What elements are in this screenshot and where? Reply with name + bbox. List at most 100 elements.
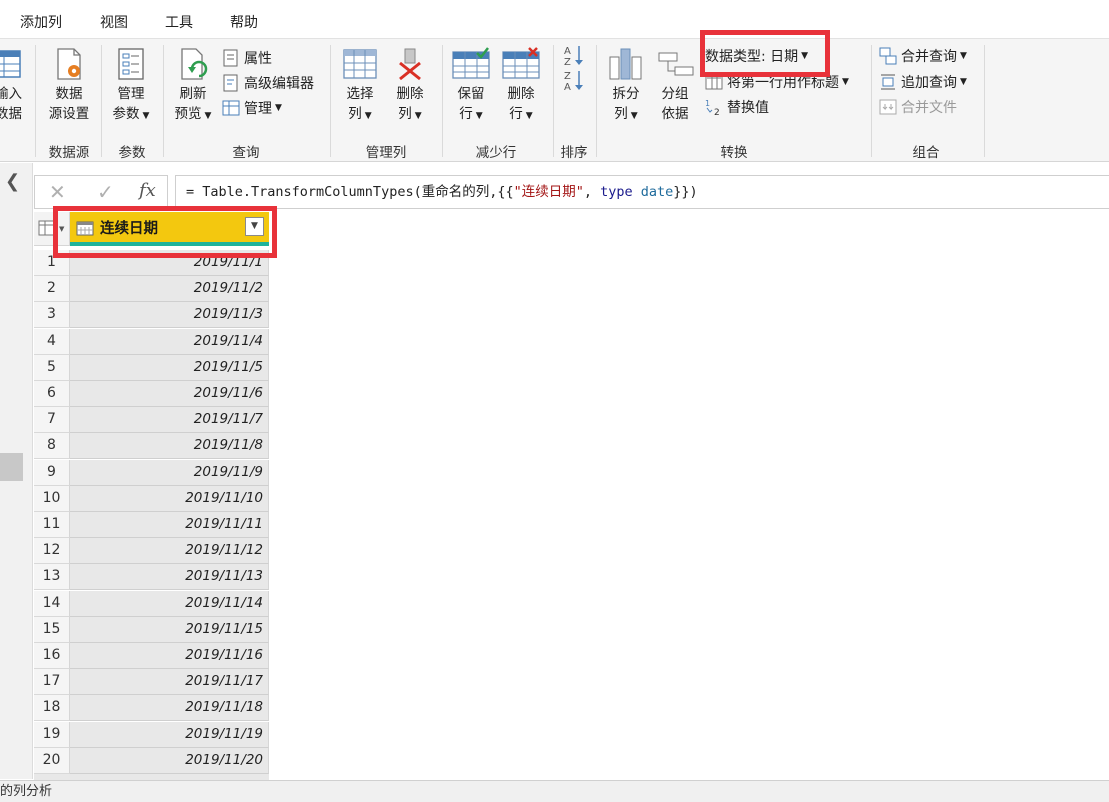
row-number: 12 xyxy=(34,538,70,565)
date-cell[interactable]: 2019/11/9 xyxy=(70,459,269,486)
row-number: 15 xyxy=(34,616,70,643)
date-cell[interactable]: 2019/11/16 xyxy=(70,643,269,669)
table-row[interactable]: 15 2019/11/15 xyxy=(34,616,269,643)
row-number: 19 xyxy=(34,721,70,748)
date-cell[interactable]: 2019/11/18 xyxy=(70,695,269,722)
chevron-down-icon: ▼ xyxy=(842,77,849,87)
split-column-button[interactable]: 拆分 列 ▼ xyxy=(604,47,648,126)
table-row[interactable]: 16 2019/11/16 xyxy=(34,643,269,669)
date-cell[interactable]: 2019/11/7 xyxy=(70,407,269,434)
check-icon[interactable]: ✓ xyxy=(97,180,114,204)
date-cell[interactable]: 2019/11/5 xyxy=(70,354,269,381)
date-cell[interactable]: 2019/11/13 xyxy=(70,564,269,591)
append-queries-label: 追加查询 xyxy=(901,75,957,91)
manage-parameters-button[interactable]: 管理 参数 ▼ xyxy=(108,47,154,126)
advanced-editor-button[interactable]: 高级编辑器 xyxy=(222,72,314,94)
date-cell[interactable]: 2019/11/1 xyxy=(70,250,269,276)
merge-queries-button[interactable]: 合并查询 ▼ xyxy=(879,45,967,67)
remove-rows-button[interactable]: 删除 行 ▼ xyxy=(499,47,543,126)
combine-files-button[interactable]: 合并文件 xyxy=(879,96,957,118)
sort-descending-button[interactable]: Z A xyxy=(562,69,586,97)
table-row[interactable]: 12 2019/11/12 xyxy=(34,538,269,565)
row-number: 13 xyxy=(34,564,70,591)
formula-prefix: = Table.TransformColumnTypes(重命名的列,{{ xyxy=(186,184,514,200)
row-number: 5 xyxy=(34,354,70,381)
group-by-icon xyxy=(658,52,694,76)
table-row[interactable]: 18 2019/11/18 xyxy=(34,695,269,722)
date-cell[interactable]: 2019/11/12 xyxy=(70,538,269,565)
queries-pane-collapsed: ❮ xyxy=(0,163,33,779)
table-row[interactable]: 4 2019/11/4 xyxy=(34,328,269,355)
formula-input[interactable]: = Table.TransformColumnTypes(重命名的列,{{"连续… xyxy=(175,175,1109,209)
table-row[interactable]: 11 2019/11/11 xyxy=(34,512,269,538)
table-row[interactable]: 9 2019/11/9 xyxy=(34,459,269,486)
grid-corner-menu[interactable]: ▼ xyxy=(34,212,70,246)
date-cell[interactable]: 2019/11/17 xyxy=(70,669,269,696)
table-row[interactable]: 17 2019/11/17 xyxy=(34,669,269,696)
remove-columns-button[interactable]: 删除 列 ▼ xyxy=(388,47,432,126)
use-first-row-as-headers-button[interactable]: 将第一行用作标题 ▼ xyxy=(705,71,849,93)
tab-tools[interactable]: 工具 xyxy=(165,12,193,32)
table-row[interactable]: 1 2019/11/1 xyxy=(34,250,269,276)
properties-button[interactable]: 属性 xyxy=(222,47,272,69)
keep-rows-label-1: 保留 xyxy=(457,86,485,102)
advanced-editor-icon xyxy=(223,74,238,92)
table-row[interactable]: 7 2019/11/7 xyxy=(34,407,269,434)
date-cell[interactable]: 2019/11/4 xyxy=(70,328,269,355)
cancel-icon[interactable]: ✕ xyxy=(49,180,66,204)
fx-icon[interactable]: fx xyxy=(139,180,156,201)
replace-values-label: 替换值 xyxy=(727,100,769,116)
replace-values-button[interactable]: 1 2 替换值 xyxy=(705,96,769,118)
group-separator xyxy=(330,45,331,157)
date-cell[interactable]: 2019/11/11 xyxy=(70,512,269,538)
data-source-settings-button[interactable]: 数据 源设置 xyxy=(44,47,94,124)
tab-help[interactable]: 帮助 xyxy=(230,12,258,32)
pane-scroll-thumb[interactable] xyxy=(0,453,23,481)
group-label-combine: 组合 xyxy=(912,145,940,161)
table-row[interactable]: 10 2019/11/10 xyxy=(34,485,269,512)
column-header-continuous-date[interactable]: 连续日期 ▼ xyxy=(70,212,269,246)
date-cell[interactable]: 2019/11/8 xyxy=(70,433,269,460)
date-cell[interactable]: 2019/11/20 xyxy=(70,747,269,774)
table-row[interactable]: 20 2019/11/20 xyxy=(34,747,269,774)
table-row[interactable]: 14 2019/11/14 xyxy=(34,590,269,617)
chevron-left-icon[interactable]: ❮ xyxy=(5,171,20,192)
table-row[interactable]: 2 2019/11/2 xyxy=(34,276,269,303)
manage-query-button[interactable]: 管理 ▼ xyxy=(222,97,282,119)
use-first-row-as-headers-label: 将第一行用作标题 xyxy=(727,75,839,91)
date-cell[interactable]: 2019/11/15 xyxy=(70,616,269,643)
group-separator xyxy=(984,45,985,157)
choose-columns-button[interactable]: 选择 列 ▼ xyxy=(338,47,382,126)
table-row[interactable]: 3 2019/11/3 xyxy=(34,302,269,329)
tab-add-column[interactable]: 添加列 xyxy=(20,12,62,32)
data-type-dropdown[interactable]: 数据类型: 日期 ▼ xyxy=(705,45,808,67)
table-row[interactable]: 5 2019/11/5 xyxy=(34,354,269,381)
status-bar: 的列分析 xyxy=(0,780,1109,802)
date-cell[interactable]: 2019/11/19 xyxy=(70,721,269,748)
formula-comma: , xyxy=(583,184,601,200)
row-number: 8 xyxy=(34,433,70,460)
sort-ascending-button[interactable]: A Z xyxy=(562,44,586,69)
keep-rows-button[interactable]: 保留 行 ▼ xyxy=(449,47,493,126)
tab-view[interactable]: 视图 xyxy=(100,12,128,32)
date-cell[interactable]: 2019/11/10 xyxy=(70,485,269,512)
group-by-button[interactable]: 分组 依据 xyxy=(653,47,697,124)
append-queries-button[interactable]: 追加查询 ▼ xyxy=(879,71,967,93)
svg-text:A: A xyxy=(564,46,571,57)
enter-data-button[interactable]: 输入 数据 xyxy=(0,47,22,124)
date-cell[interactable]: 2019/11/6 xyxy=(70,381,269,407)
date-cell[interactable]: 2019/11/2 xyxy=(70,276,269,303)
table-row[interactable]: 19 2019/11/19 xyxy=(34,721,269,748)
table-icon xyxy=(0,50,21,78)
refresh-label-2: 预览 xyxy=(174,106,202,122)
table-row[interactable]: 6 2019/11/6 xyxy=(34,381,269,407)
table-row[interactable]: 13 2019/11/13 xyxy=(34,564,269,591)
refresh-preview-button[interactable]: 刷新 预览 ▼ xyxy=(170,47,216,126)
date-cell[interactable]: 2019/11/3 xyxy=(70,302,269,329)
table-row[interactable]: 8 2019/11/8 xyxy=(34,433,269,460)
row-number: 6 xyxy=(34,381,70,407)
date-cell[interactable]: 2019/11/14 xyxy=(70,590,269,617)
formula-type-keyword: type xyxy=(600,184,633,200)
column-filter-dropdown[interactable]: ▼ xyxy=(245,217,264,236)
group-separator xyxy=(35,45,36,157)
